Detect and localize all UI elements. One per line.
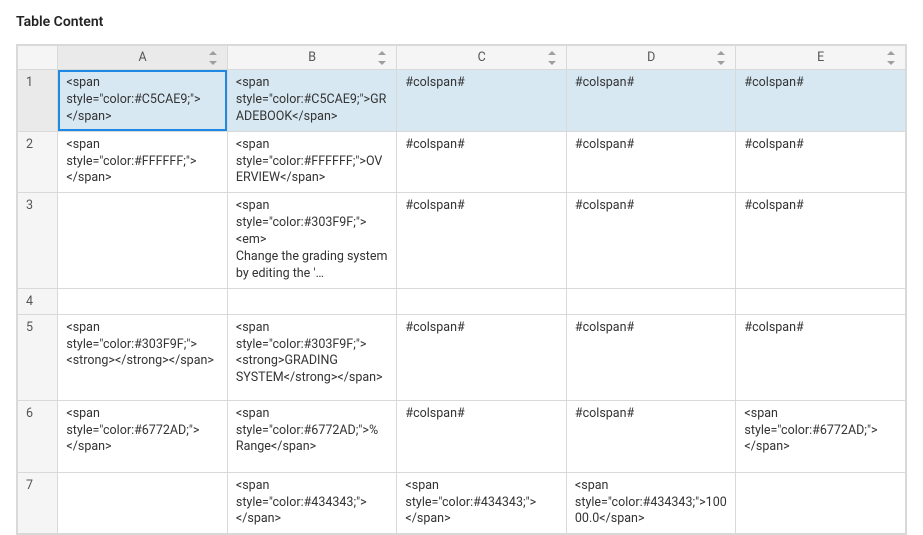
cell[interactable]: <span style="color:#303F9F;"><em> Change… <box>227 193 397 288</box>
cell[interactable]: <span style="color:#6772AD;">% Range</sp… <box>227 400 397 472</box>
cell-text: <span style="color:#C5CAE9;">GRADEBOOK</… <box>236 75 389 126</box>
cell[interactable]: <span style="color:#FFFFFF;"></span> <box>58 131 228 193</box>
column-header-a[interactable]: A <box>58 46 228 70</box>
cell-text: <span style="color:#303F9F;"><strong>GRA… <box>236 320 389 388</box>
sort-icon[interactable] <box>715 52 727 64</box>
sort-icon[interactable] <box>376 52 388 64</box>
cell[interactable]: <span style="color:#303F9F;"><strong></s… <box>58 314 228 400</box>
cell[interactable]: #colspan# <box>566 70 736 132</box>
cell[interactable]: #colspan# <box>397 400 567 472</box>
column-header-b[interactable]: B <box>227 46 397 70</box>
column-header-d[interactable]: D <box>566 46 736 70</box>
column-header-label: B <box>308 50 316 65</box>
table-row: 3 <span style="color:#303F9F;"><em> Chang… <box>18 193 906 288</box>
cell[interactable]: #colspan# <box>566 131 736 193</box>
table-row: 2<span style="color:#FFFFFF;"></span> <sp… <box>18 131 906 193</box>
cell[interactable]: #colspan# <box>736 70 906 132</box>
column-header-row: A B C D E <box>18 46 906 70</box>
cell[interactable]: <span style="color:#6772AD;"></span> <box>736 400 906 472</box>
cell-text: <span style="color:#434343;"></span> <box>236 478 389 529</box>
select-all-corner[interactable] <box>18 46 58 70</box>
cell[interactable] <box>58 472 228 534</box>
row-header[interactable]: 3 <box>18 193 58 288</box>
column-header-e[interactable]: E <box>736 46 906 70</box>
cell[interactable]: <span style="color:#FFFFFF;">OVERVIEW</s… <box>227 131 397 193</box>
cell-text: #colspan# <box>744 137 897 154</box>
column-header-c[interactable]: C <box>397 46 567 70</box>
cell-text: <span style="color:#FFFFFF;"></span> <box>66 137 219 188</box>
cell-text: #colspan# <box>405 137 558 154</box>
sort-icon[interactable] <box>207 52 219 64</box>
cell-text: #colspan# <box>575 75 728 92</box>
cell-text: <span style="color:#6772AD;"></span> <box>744 406 897 457</box>
row-header[interactable]: 6 <box>18 400 58 472</box>
cell-text: <span style="color:#6772AD;"></span> <box>66 406 219 457</box>
cell-text: <span style="color:#6772AD;">% Range</sp… <box>236 406 389 457</box>
cell-text: #colspan# <box>575 198 728 215</box>
table-row: 7 <span style="color:#434343;"></span> <sp… <box>18 472 906 534</box>
cell-text: #colspan# <box>405 406 558 423</box>
cell[interactable]: #colspan# <box>736 131 906 193</box>
cell[interactable]: #colspan# <box>566 400 736 472</box>
column-header-label: A <box>139 50 147 65</box>
cell[interactable] <box>566 288 736 314</box>
cell[interactable]: #colspan# <box>566 314 736 400</box>
cell-text: <span style="color:#FFFFFF;">OVERVIEW</s… <box>236 137 389 188</box>
cell-text: #colspan# <box>405 75 558 92</box>
row-header[interactable]: 4 <box>18 288 58 314</box>
cell-text: <span style="color:#434343;"></span> <box>405 478 558 529</box>
column-header-label: E <box>817 50 824 65</box>
cell[interactable]: #colspan# <box>397 193 567 288</box>
spreadsheet-table: A B C D E 1<span style="color:#C5CAE9;"></sp… <box>17 45 906 534</box>
cell-text: #colspan# <box>405 198 558 215</box>
column-header-label: C <box>478 50 486 65</box>
cell-text: #colspan# <box>744 198 897 215</box>
cell-text: #colspan# <box>744 75 897 92</box>
row-header[interactable]: 1 <box>18 70 58 132</box>
panel-title: Table Content <box>0 0 923 44</box>
sort-icon[interactable] <box>546 52 558 64</box>
table-row: 5<span style="color:#303F9F;"><strong></… <box>18 314 906 400</box>
sort-icon[interactable] <box>885 52 897 64</box>
row-header[interactable]: 5 <box>18 314 58 400</box>
cell[interactable]: <span style="color:#6772AD;"></span> <box>58 400 228 472</box>
table-row: 4 <box>18 288 906 314</box>
cell-text: <span style="color:#434343;">10000.0</sp… <box>575 478 728 529</box>
cell-text: <span style="color:#C5CAE9;"></span> <box>66 75 219 126</box>
cell[interactable]: <span style="color:#C5CAE9;">GRADEBOOK</… <box>227 70 397 132</box>
spreadsheet-body: 1<span style="color:#C5CAE9;"></span> <sp… <box>18 70 906 534</box>
table-row: 1<span style="color:#C5CAE9;"></span> <sp… <box>18 70 906 132</box>
cell[interactable]: #colspan# <box>736 193 906 288</box>
row-header[interactable]: 7 <box>18 472 58 534</box>
cell[interactable]: #colspan# <box>397 131 567 193</box>
cell-text: #colspan# <box>744 320 897 337</box>
table-row: 6<span style="color:#6772AD;"></span><sp… <box>18 400 906 472</box>
column-header-label: D <box>647 50 655 65</box>
cell[interactable] <box>227 288 397 314</box>
table-content-panel: Table Content ABCDE 1<span style="color:… <box>0 0 923 527</box>
cell[interactable]: <span style="color:#303F9F;"><strong>GRA… <box>227 314 397 400</box>
cell[interactable] <box>736 472 906 534</box>
cell[interactable]: <span style="color:#434343;"></span> <box>397 472 567 534</box>
cell[interactable]: <span style="color:#434343;"></span> <box>227 472 397 534</box>
cell[interactable] <box>736 288 906 314</box>
cell-text: <span style="color:#303F9F;"><strong></s… <box>66 320 219 371</box>
cell[interactable] <box>58 193 228 288</box>
cell-text: #colspan# <box>575 137 728 154</box>
cell[interactable]: <span style="color:#434343;">10000.0</sp… <box>566 472 736 534</box>
cell[interactable]: #colspan# <box>566 193 736 288</box>
cell-text: #colspan# <box>575 320 728 337</box>
cell[interactable]: #colspan# <box>397 70 567 132</box>
spreadsheet[interactable]: A B C D E 1<span style="color:#C5CAE9;"></sp… <box>16 44 907 535</box>
cell[interactable]: <span style="color:#C5CAE9;"></span> <box>58 70 228 132</box>
cell[interactable] <box>397 288 567 314</box>
cell[interactable]: #colspan# <box>736 314 906 400</box>
cell[interactable] <box>58 288 228 314</box>
cell-text: #colspan# <box>575 406 728 423</box>
cell-text: <span style="color:#303F9F;"><em> Change… <box>236 198 389 282</box>
row-header[interactable]: 2 <box>18 131 58 193</box>
cell[interactable]: #colspan# <box>397 314 567 400</box>
cell-text: #colspan# <box>405 320 558 337</box>
